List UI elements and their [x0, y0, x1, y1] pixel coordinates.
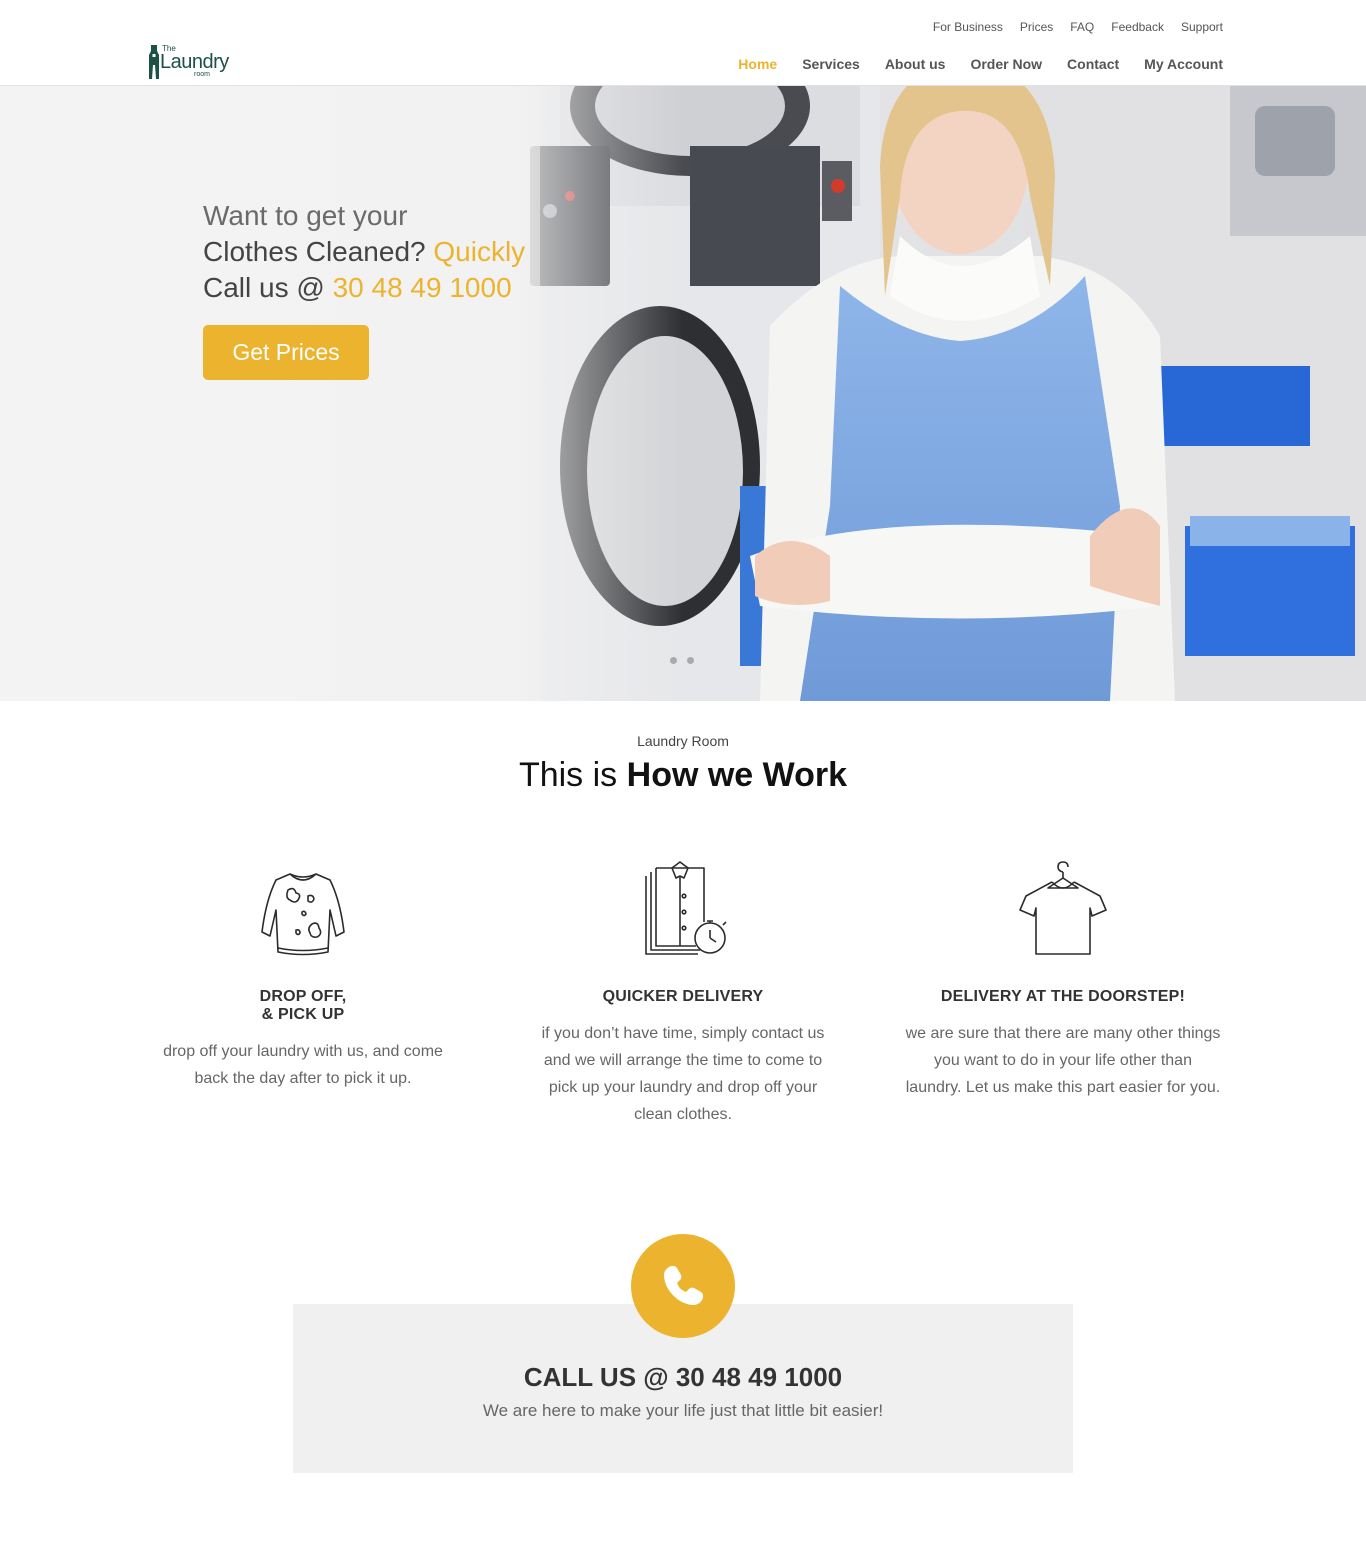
feature-title: QUICKER DELIVERY — [602, 988, 764, 1005]
nav-order-now[interactable]: Order Now — [970, 56, 1042, 72]
clothespin-logo-icon — [149, 45, 159, 79]
nav-support[interactable]: Support — [1181, 20, 1223, 34]
section-title-thin: This is — [518, 756, 627, 794]
feature-title: DELIVERY AT THE DOORSTEP! — [940, 988, 1186, 1005]
nav-prices[interactable]: Prices — [1020, 20, 1053, 34]
hero-headline: Want to get your Clothes Cleaned? Quickl… — [203, 198, 525, 306]
hero-phone-number[interactable]: 30 48 49 1000 — [333, 272, 512, 303]
section-title-bold: How we Work — [626, 756, 848, 794]
section-title: This is How we Work — [0, 756, 1366, 795]
feature-title-line-2: & PICK UP — [261, 1006, 345, 1023]
slider-dot-2[interactable] — [687, 657, 694, 664]
nav-for-business[interactable]: For Business — [933, 20, 1003, 34]
nav-faq[interactable]: FAQ — [1070, 20, 1094, 34]
nav-feedback[interactable]: Feedback — [1111, 20, 1164, 34]
section-kicker: Laundry Room — [637, 733, 729, 749]
site-header: The Laundry room For Business Prices FAQ… — [0, 0, 1366, 86]
nav-my-account[interactable]: My Account — [1144, 56, 1223, 72]
shirts-stopwatch-icon — [645, 861, 727, 955]
call-us-subtitle: We are here to make your life just that … — [482, 1401, 884, 1420]
secondary-nav: For Business Prices FAQ Feedback Support — [933, 20, 1223, 34]
hero-line-1: Want to get your — [203, 200, 408, 231]
hero-line-2-accent: Quickly — [433, 236, 526, 267]
feature-description: we are sure that there are many other th… — [905, 1025, 1221, 1096]
laundry-worker-photo — [0, 86, 1366, 701]
logo-text-room: room — [194, 71, 210, 78]
primary-nav: Home Services About us Order Now Contact… — [738, 56, 1223, 72]
nav-home[interactable]: Home — [738, 56, 777, 72]
slider-dot-1[interactable] — [670, 657, 677, 664]
call-us-title: CALL US @ 30 48 49 1000 — [523, 1362, 843, 1392]
feature-title: DROP OFF, & PICK UP — [143, 988, 463, 1024]
hero-line-3-text: Call us @ — [203, 272, 333, 303]
nav-about-us[interactable]: About us — [885, 56, 946, 72]
nav-services[interactable]: Services — [802, 56, 860, 72]
phone-icon[interactable] — [631, 1234, 735, 1338]
get-prices-button[interactable]: Get Prices — [203, 325, 369, 380]
feature-title-line-1: DROP OFF, — [259, 988, 347, 1005]
hero-slider: Want to get your Clothes Cleaned? Quickl… — [0, 86, 1366, 701]
site-logo[interactable]: The Laundry room — [146, 44, 229, 82]
slider-pagination — [670, 657, 694, 664]
feature-description: if you don’t have time, simply contact u… — [541, 1025, 825, 1123]
hero-line-2-text: Clothes Cleaned? — [203, 236, 434, 267]
stained-sweater-icon — [261, 873, 345, 956]
hero-line-3: Call us @ 30 48 49 1000 — [203, 270, 525, 306]
feature-description: drop off your laundry with us, and come … — [163, 1043, 443, 1087]
tshirt-hanger-icon — [1019, 861, 1107, 955]
phone-handset-glyph — [664, 1266, 703, 1305]
nav-contact[interactable]: Contact — [1067, 56, 1119, 72]
hero-line-2: Clothes Cleaned? Quickly — [203, 234, 525, 270]
